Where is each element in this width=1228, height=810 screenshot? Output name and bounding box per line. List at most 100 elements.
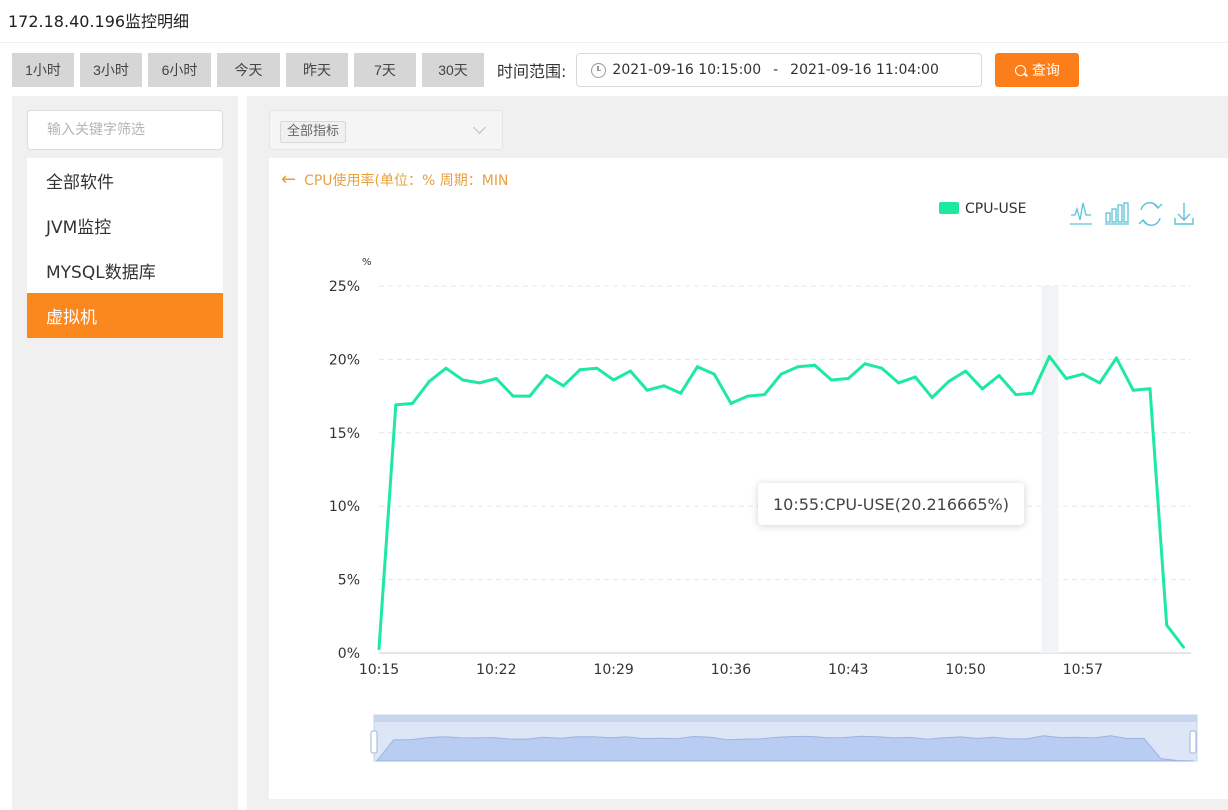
data-point[interactable]: [1131, 388, 1135, 392]
data-point[interactable]: [1031, 391, 1035, 395]
query-button[interactable]: 查询: [995, 53, 1080, 87]
x-tick-label: 10:43: [828, 662, 868, 678]
data-point[interactable]: [964, 369, 968, 373]
search-icon: [1014, 64, 1026, 76]
chart-tooltip: 10:55:CPU-USE(20.216665%): [758, 483, 1024, 525]
data-point[interactable]: [930, 396, 934, 400]
x-tick-label: 10:29: [593, 662, 633, 678]
range-30d-button[interactable]: 30天: [422, 53, 484, 87]
data-point[interactable]: [645, 388, 649, 392]
data-point[interactable]: [695, 365, 699, 369]
data-point[interactable]: [980, 387, 984, 391]
range-7d-button[interactable]: 7天: [354, 53, 416, 87]
data-point[interactable]: [830, 378, 834, 382]
range-yesterday-button[interactable]: 昨天: [286, 53, 348, 87]
range-1h-button[interactable]: 1小时: [12, 53, 74, 87]
data-zoom-slider[interactable]: [370, 714, 1198, 762]
title-divider: [0, 42, 1228, 43]
data-point[interactable]: [394, 403, 398, 407]
data-point[interactable]: [897, 381, 901, 385]
time-range-label: 时间范围:: [497, 62, 567, 81]
y-tick-label: 25%: [329, 279, 360, 295]
category-menu: 全部软件 JVM监控 MYSQL数据库 虚拟机: [27, 158, 223, 338]
data-point[interactable]: [377, 647, 381, 651]
cpu-line-chart: 0% 5% 10% 15% 20% 25% 10:15 10:22 10:29 10:36 10:4…: [329, 201, 1198, 762]
data-point[interactable]: [444, 366, 448, 370]
query-button-label: 查询: [1031, 62, 1060, 78]
data-point[interactable]: [511, 394, 515, 398]
data-point[interactable]: [863, 362, 867, 366]
range-today-button[interactable]: 今天: [217, 53, 280, 87]
range-6h-button[interactable]: 6小时: [148, 53, 211, 87]
data-point[interactable]: [779, 372, 783, 376]
x-tick-label: 10:50: [945, 662, 985, 678]
range-3h-button[interactable]: 3小时: [80, 53, 142, 87]
sidebar-item-all-software[interactable]: 全部软件: [27, 158, 223, 203]
x-tick-label: 10:57: [1063, 662, 1103, 678]
data-point[interactable]: [913, 375, 917, 379]
sidebar-item-jvm[interactable]: JVM监控: [27, 203, 223, 248]
data-point[interactable]: [427, 379, 431, 383]
data-point[interactable]: [1064, 376, 1068, 380]
data-point[interactable]: [813, 363, 817, 367]
data-point[interactable]: [762, 393, 766, 397]
zoom-handle-left[interactable]: [370, 730, 378, 754]
data-point[interactable]: [1165, 623, 1169, 627]
data-point[interactable]: [729, 401, 733, 405]
data-point[interactable]: [746, 394, 750, 398]
metric-select[interactable]: 全部指标: [269, 110, 503, 150]
data-point[interactable]: [494, 376, 498, 380]
legend-swatch-cpu-use[interactable]: [939, 202, 959, 214]
data-point[interactable]: [478, 381, 482, 385]
zoom-handle-right[interactable]: [1189, 730, 1197, 754]
time-toolbar: 1小时 3小时 6小时 今天 昨天 7天 30天 时间范围: 2021-09-1…: [12, 53, 1080, 87]
data-point[interactable]: [796, 365, 800, 369]
y-tick-label: 10%: [329, 499, 360, 515]
data-point[interactable]: [628, 369, 632, 373]
data-point[interactable]: [880, 366, 884, 370]
data-point[interactable]: [528, 394, 532, 398]
data-point[interactable]: [1114, 356, 1118, 360]
end-time-field[interactable]: 2021-09-16 11:04:00: [790, 62, 939, 78]
data-point[interactable]: [1148, 387, 1152, 391]
data-point[interactable]: [595, 366, 599, 370]
refresh-icon[interactable]: [1138, 202, 1163, 226]
download-icon[interactable]: [1174, 203, 1194, 225]
clock-icon: [591, 62, 607, 78]
data-point[interactable]: [1181, 645, 1185, 649]
data-point[interactable]: [997, 374, 1001, 378]
chevron-down-icon: [473, 121, 486, 134]
data-point[interactable]: [712, 372, 716, 376]
start-time-field[interactable]: 2021-09-16 10:15:00: [612, 62, 761, 78]
bar-chart-icon[interactable]: [1105, 202, 1129, 225]
data-point[interactable]: [1014, 393, 1018, 397]
legend-label-cpu-use[interactable]: CPU-USE: [965, 201, 1027, 217]
x-tick-label: 10:22: [476, 662, 516, 678]
data-point[interactable]: [846, 376, 850, 380]
data-point[interactable]: [561, 384, 565, 388]
y-tick-label: 0%: [338, 646, 360, 662]
data-point[interactable]: [461, 378, 465, 382]
sidebar-item-mysql[interactable]: MYSQL数据库: [27, 248, 223, 293]
filter-input[interactable]: [27, 110, 223, 150]
zoom-preview-area: [376, 735, 1195, 762]
data-point[interactable]: [1047, 354, 1051, 358]
date-range-picker[interactable]: 2021-09-16 10:15:00 - 2021-09-16 11:04:0…: [576, 53, 983, 87]
data-point[interactable]: [679, 391, 683, 395]
data-point[interactable]: [947, 379, 951, 383]
hover-highlight-band: [1041, 286, 1059, 653]
data-point[interactable]: [662, 384, 666, 388]
data-point[interactable]: [545, 374, 549, 378]
data-point[interactable]: [578, 368, 582, 372]
line-chart-icon[interactable]: [1070, 202, 1092, 225]
page-title: 172.18.40.196监控明细: [8, 12, 190, 31]
data-point[interactable]: [411, 401, 415, 405]
y-tick-label: 20%: [329, 352, 360, 368]
back-arrow-icon[interactable]: ←: [281, 171, 296, 189]
data-point[interactable]: [1081, 372, 1085, 376]
sidebar-item-vm[interactable]: 虚拟机: [27, 293, 223, 338]
data-point[interactable]: [612, 378, 616, 382]
chart-card: 0% 5% 10% 15% 20% 25% 10:15 10:22 10:29 10:36 10:4…: [269, 158, 1228, 799]
data-point[interactable]: [1098, 381, 1102, 385]
chart-title: CPU使用率(单位：% 周期：MIN: [304, 173, 509, 189]
